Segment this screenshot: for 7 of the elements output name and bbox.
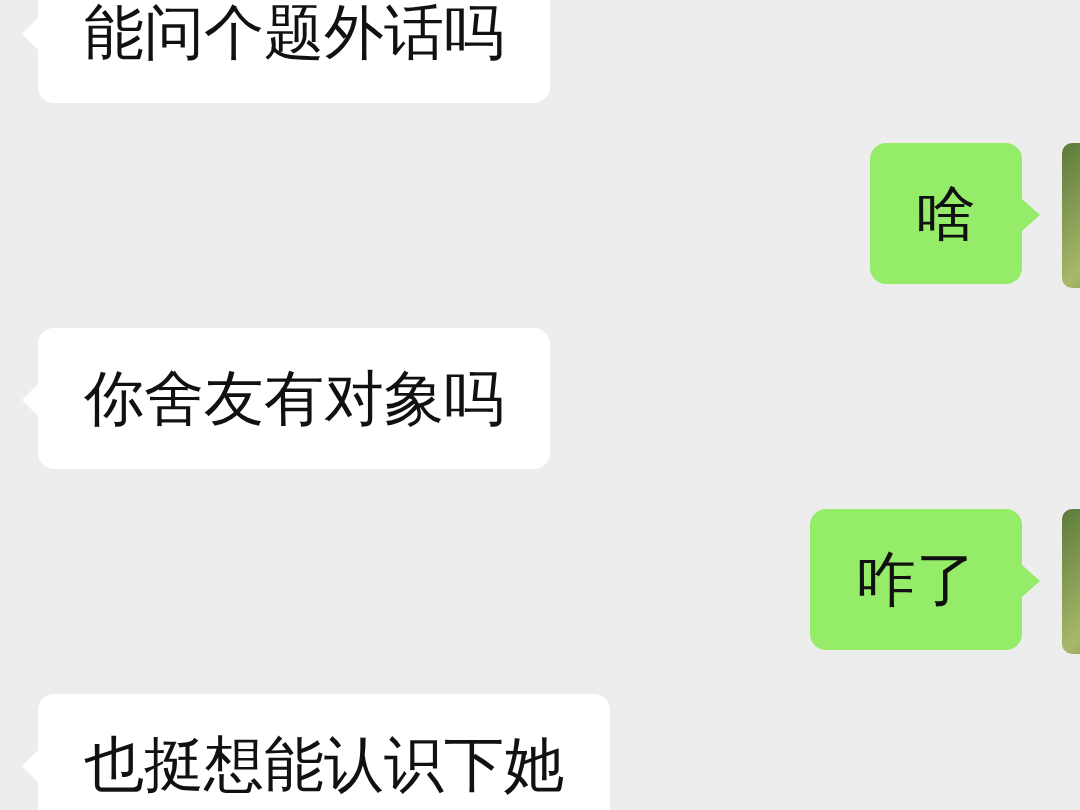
received-message: 能问个题外话吗	[38, 0, 550, 103]
received-message: 你舍友有对象吗	[38, 328, 550, 469]
bubble-tail	[1022, 199, 1040, 231]
sent-message: 咋了	[810, 509, 1022, 650]
received-message: 也挺想能认识下她	[38, 694, 610, 810]
sent-message: 啥	[870, 143, 1022, 284]
bubble-tail	[1022, 565, 1040, 597]
